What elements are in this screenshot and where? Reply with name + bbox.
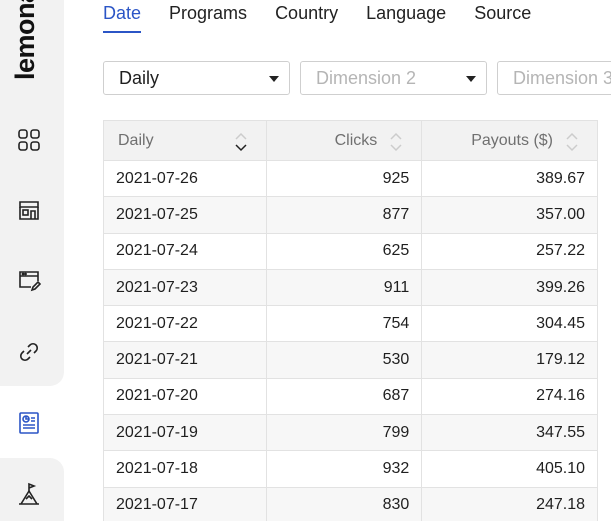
sort-descending-icon[interactable] [234, 132, 248, 152]
report-table: Daily Clicks Payouts ($) 2021-07-26 925 … [103, 120, 598, 521]
table-row: 2021-07-25 877 357.00 [103, 196, 598, 234]
column-header-payouts[interactable]: Payouts ($) [421, 120, 598, 161]
cell-clicks: 687 [265, 377, 423, 416]
cell-date: 2021-07-23 [103, 268, 267, 307]
cell-clicks: 530 [265, 341, 423, 379]
column-header-payouts-label: Payouts ($) [471, 131, 553, 149]
cell-clicks: 799 [265, 414, 423, 452]
cell-date: 2021-07-21 [103, 341, 267, 379]
tab-date[interactable]: Date [103, 3, 142, 33]
column-header-clicks[interactable]: Clicks [265, 120, 423, 161]
dimension-2-placeholder: Dimension 2 [316, 68, 417, 88]
table-row: 2021-07-19 799 347.55 [103, 414, 598, 452]
cell-payouts: 357.00 [421, 196, 598, 234]
table-row: 2021-07-24 625 257.22 [103, 232, 598, 270]
sort-icon[interactable] [565, 132, 579, 152]
cell-clicks: 932 [265, 450, 423, 488]
cell-clicks: 830 [265, 486, 423, 521]
cell-date: 2021-07-20 [103, 377, 267, 416]
table-row: 2021-07-22 754 304.45 [103, 305, 598, 343]
cell-date: 2021-07-17 [103, 486, 267, 521]
link-icon [17, 340, 41, 364]
cell-payouts: 179.12 [421, 341, 598, 379]
campaign-flag-icon [17, 482, 41, 506]
cell-payouts: 389.67 [421, 159, 598, 198]
cell-payouts: 347.55 [421, 414, 598, 452]
cell-payouts: 304.45 [421, 305, 598, 343]
table-row: 2021-07-17 830 247.18 [103, 486, 598, 521]
caret-down-icon [269, 76, 279, 82]
cell-clicks: 925 [265, 159, 423, 198]
cell-date: 2021-07-25 [103, 196, 267, 234]
sidebar-item-dashboard[interactable] [17, 128, 41, 152]
cell-payouts: 399.26 [421, 268, 598, 307]
dimension-1-select[interactable]: Daily [103, 61, 290, 95]
column-header-clicks-label: Clicks [334, 131, 378, 149]
report-icon [17, 411, 41, 435]
table-row: 2021-07-20 687 274.16 [103, 377, 598, 416]
dimension-3-select[interactable]: Dimension 3 [497, 61, 611, 95]
sidebar-item-reports[interactable] [17, 411, 41, 435]
dimension-1-value: Daily [119, 68, 160, 88]
report-tabs: Date Programs Country Language Source [103, 3, 559, 33]
cell-clicks: 625 [265, 232, 423, 270]
cell-date: 2021-07-24 [103, 232, 267, 270]
sort-icon[interactable] [389, 132, 403, 152]
brand-logo[interactable]: lemona [10, 0, 41, 80]
sidebar-item-store[interactable] [17, 198, 41, 222]
caret-down-icon [466, 76, 476, 82]
tab-language[interactable]: Language [366, 3, 446, 33]
column-header-date[interactable]: Daily [103, 120, 267, 161]
table-header-row: Daily Clicks Payouts ($) [103, 120, 598, 161]
cell-clicks: 877 [265, 196, 423, 234]
tab-source[interactable]: Source [474, 3, 531, 33]
report-table-wrapper: Daily Clicks Payouts ($) 2021-07-26 925 … [103, 120, 611, 521]
cell-date: 2021-07-18 [103, 450, 267, 488]
grid-icon [17, 128, 41, 152]
sidebar-item-sites[interactable] [17, 269, 41, 293]
column-header-date-label: Daily [118, 131, 154, 149]
cell-payouts: 405.10 [421, 450, 598, 488]
cell-date: 2021-07-22 [103, 305, 267, 343]
sidebar-item-links[interactable] [17, 340, 41, 364]
sidebar: lemona [0, 0, 64, 521]
tab-programs[interactable]: Programs [169, 3, 247, 33]
cell-date: 2021-07-19 [103, 414, 267, 452]
dimension-filters: Daily Dimension 2 Dimension 3 [103, 61, 611, 95]
table-row: 2021-07-26 925 389.67 [103, 159, 598, 198]
tab-country[interactable]: Country [275, 3, 338, 33]
store-icon [17, 198, 41, 222]
cell-clicks: 911 [265, 268, 423, 307]
browser-edit-icon [17, 269, 41, 293]
cell-payouts: 274.16 [421, 377, 598, 416]
table-row: 2021-07-23 911 399.26 [103, 268, 598, 307]
table-row: 2021-07-18 932 405.10 [103, 450, 598, 488]
cell-date: 2021-07-26 [103, 159, 267, 198]
dimension-2-select[interactable]: Dimension 2 [300, 61, 487, 95]
cell-payouts: 257.22 [421, 232, 598, 270]
cell-payouts: 247.18 [421, 486, 598, 521]
dimension-3-placeholder: Dimension 3 [513, 68, 611, 88]
cell-clicks: 754 [265, 305, 423, 343]
sidebar-item-campaigns[interactable] [17, 482, 41, 506]
table-row: 2021-07-21 530 179.12 [103, 341, 598, 379]
